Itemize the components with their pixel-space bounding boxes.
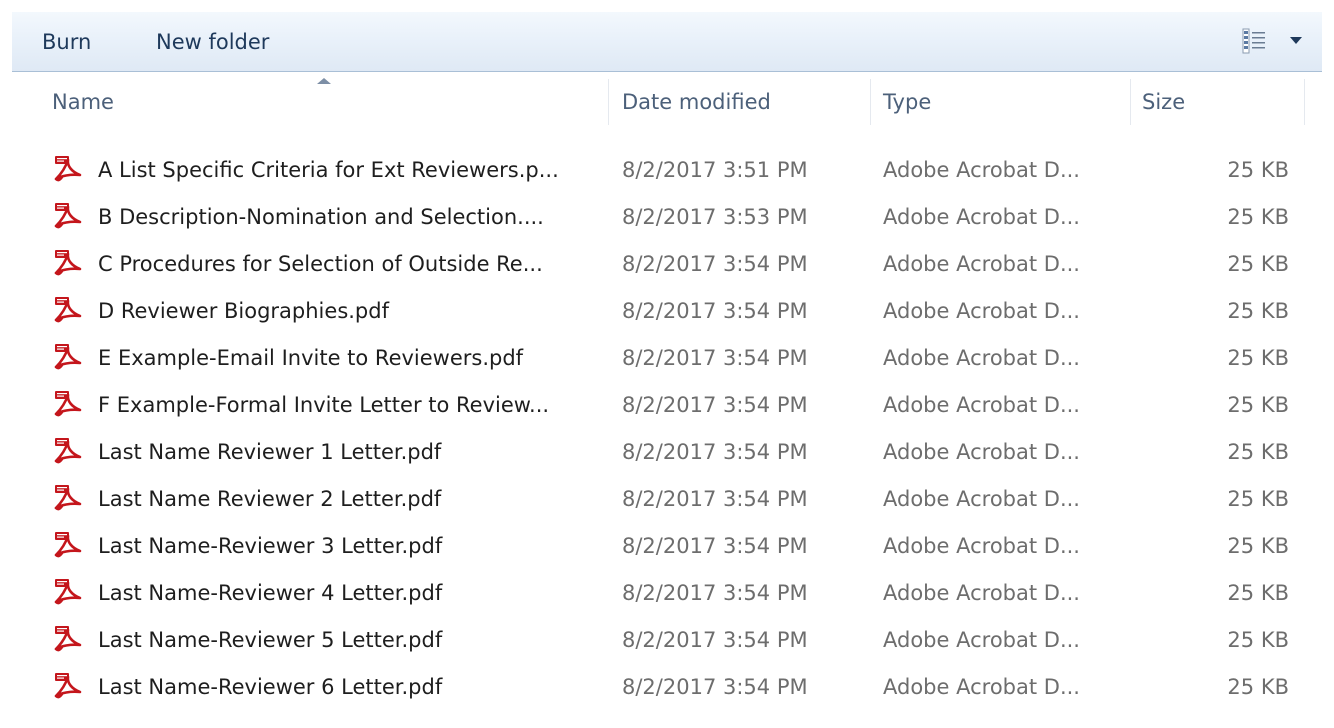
file-date-modified: 8/2/2017 3:54 PM bbox=[622, 439, 808, 464]
pdf-icon bbox=[52, 569, 88, 616]
file-row[interactable]: Last Name-Reviewer 5 Letter.pdf 8/2/2017… bbox=[12, 616, 1322, 663]
file-list: A List Specific Criteria for Ext Reviewe… bbox=[12, 146, 1322, 710]
file-size: 25 KB bbox=[1227, 580, 1289, 605]
file-type: Adobe Acrobat D... bbox=[883, 627, 1080, 652]
file-name: F Example-Formal Invite Letter to Review… bbox=[98, 392, 550, 417]
file-type: Adobe Acrobat D... bbox=[883, 674, 1080, 699]
file-date-modified: 8/2/2017 3:54 PM bbox=[622, 580, 808, 605]
file-name: Last Name Reviewer 1 Letter.pdf bbox=[98, 439, 442, 464]
file-row[interactable]: F Example-Formal Invite Letter to Review… bbox=[12, 381, 1322, 428]
column-divider[interactable] bbox=[1304, 79, 1305, 125]
file-type: Adobe Acrobat D... bbox=[883, 486, 1080, 511]
file-name: A List Specific Criteria for Ext Reviewe… bbox=[98, 157, 559, 182]
file-size: 25 KB bbox=[1227, 439, 1289, 464]
column-divider[interactable] bbox=[1130, 79, 1131, 125]
file-date-modified: 8/2/2017 3:54 PM bbox=[622, 251, 808, 276]
file-type: Adobe Acrobat D... bbox=[883, 439, 1080, 464]
file-date-modified: 8/2/2017 3:54 PM bbox=[622, 392, 808, 417]
file-row[interactable]: Last Name Reviewer 2 Letter.pdf 8/2/2017… bbox=[12, 475, 1322, 522]
file-type: Adobe Acrobat D... bbox=[883, 157, 1080, 182]
pdf-icon bbox=[52, 193, 88, 240]
column-divider[interactable] bbox=[870, 79, 871, 125]
file-row[interactable]: A List Specific Criteria for Ext Reviewe… bbox=[12, 146, 1322, 193]
column-header-type[interactable]: Type bbox=[883, 73, 931, 131]
file-date-modified: 8/2/2017 3:54 PM bbox=[622, 533, 808, 558]
file-name: Last Name-Reviewer 5 Letter.pdf bbox=[98, 627, 443, 652]
file-name: C Procedures for Selection of Outside Re… bbox=[98, 251, 543, 276]
file-type: Adobe Acrobat D... bbox=[883, 345, 1080, 370]
file-type: Adobe Acrobat D... bbox=[883, 533, 1080, 558]
pdf-icon bbox=[52, 334, 88, 381]
pdf-icon bbox=[52, 475, 88, 522]
file-type: Adobe Acrobat D... bbox=[883, 298, 1080, 323]
file-row[interactable]: B Description-Nomination and Selection..… bbox=[12, 193, 1322, 240]
column-header-date-modified[interactable]: Date modified bbox=[622, 73, 771, 131]
file-date-modified: 8/2/2017 3:54 PM bbox=[622, 345, 808, 370]
file-type: Adobe Acrobat D... bbox=[883, 251, 1080, 276]
file-row[interactable]: Last Name-Reviewer 6 Letter.pdf 8/2/2017… bbox=[12, 663, 1322, 710]
column-header-size[interactable]: Size bbox=[1142, 73, 1185, 131]
file-date-modified: 8/2/2017 3:54 PM bbox=[622, 486, 808, 511]
file-name: D Reviewer Biographies.pdf bbox=[98, 298, 389, 323]
pdf-icon bbox=[52, 522, 88, 569]
file-size: 25 KB bbox=[1227, 298, 1289, 323]
pdf-icon bbox=[52, 381, 88, 428]
pdf-icon bbox=[52, 146, 88, 193]
file-row[interactable]: Last Name Reviewer 1 Letter.pdf 8/2/2017… bbox=[12, 428, 1322, 475]
file-row[interactable]: E Example-Email Invite to Reviewers.pdf … bbox=[12, 334, 1322, 381]
file-row[interactable]: D Reviewer Biographies.pdf 8/2/2017 3:54… bbox=[12, 287, 1322, 334]
file-name: B Description-Nomination and Selection..… bbox=[98, 204, 544, 229]
file-date-modified: 8/2/2017 3:54 PM bbox=[622, 627, 808, 652]
file-name: Last Name Reviewer 2 Letter.pdf bbox=[98, 486, 442, 511]
file-size: 25 KB bbox=[1227, 533, 1289, 558]
command-bar: Burn New folder bbox=[12, 12, 1322, 72]
pdf-icon bbox=[52, 428, 88, 475]
file-size: 25 KB bbox=[1227, 204, 1289, 229]
file-type: Adobe Acrobat D... bbox=[883, 392, 1080, 417]
file-size: 25 KB bbox=[1227, 674, 1289, 699]
file-explorer-window: Burn New folder Name Date modified Type bbox=[0, 0, 1334, 728]
file-row[interactable]: Last Name-Reviewer 3 Letter.pdf 8/2/2017… bbox=[12, 522, 1322, 569]
file-size: 25 KB bbox=[1227, 251, 1289, 276]
file-name: Last Name-Reviewer 3 Letter.pdf bbox=[98, 533, 443, 558]
sort-ascending-icon bbox=[317, 78, 331, 84]
file-size: 25 KB bbox=[1227, 392, 1289, 417]
column-divider[interactable] bbox=[608, 79, 609, 125]
column-header-row: Name Date modified Type Size bbox=[12, 73, 1322, 131]
details-view-icon[interactable] bbox=[1242, 27, 1266, 55]
file-name: Last Name-Reviewer 4 Letter.pdf bbox=[98, 580, 443, 605]
new-folder-button[interactable]: New folder bbox=[156, 12, 269, 71]
pdf-icon bbox=[52, 616, 88, 663]
burn-button[interactable]: Burn bbox=[42, 12, 91, 71]
file-size: 25 KB bbox=[1227, 486, 1289, 511]
file-row[interactable]: C Procedures for Selection of Outside Re… bbox=[12, 240, 1322, 287]
file-row[interactable]: Last Name-Reviewer 4 Letter.pdf 8/2/2017… bbox=[12, 569, 1322, 616]
file-date-modified: 8/2/2017 3:54 PM bbox=[622, 674, 808, 699]
pdf-icon bbox=[52, 663, 88, 710]
file-size: 25 KB bbox=[1227, 345, 1289, 370]
chevron-down-icon[interactable] bbox=[1290, 37, 1302, 44]
pdf-icon bbox=[52, 240, 88, 287]
file-name: E Example-Email Invite to Reviewers.pdf bbox=[98, 345, 524, 370]
pdf-icon bbox=[52, 287, 88, 334]
file-type: Adobe Acrobat D... bbox=[883, 580, 1080, 605]
file-date-modified: 8/2/2017 3:54 PM bbox=[622, 298, 808, 323]
file-date-modified: 8/2/2017 3:53 PM bbox=[622, 204, 808, 229]
column-header-name[interactable]: Name bbox=[52, 73, 114, 131]
file-name: Last Name-Reviewer 6 Letter.pdf bbox=[98, 674, 443, 699]
file-date-modified: 8/2/2017 3:51 PM bbox=[622, 157, 808, 182]
file-type: Adobe Acrobat D... bbox=[883, 204, 1080, 229]
file-size: 25 KB bbox=[1227, 627, 1289, 652]
file-size: 25 KB bbox=[1227, 157, 1289, 182]
